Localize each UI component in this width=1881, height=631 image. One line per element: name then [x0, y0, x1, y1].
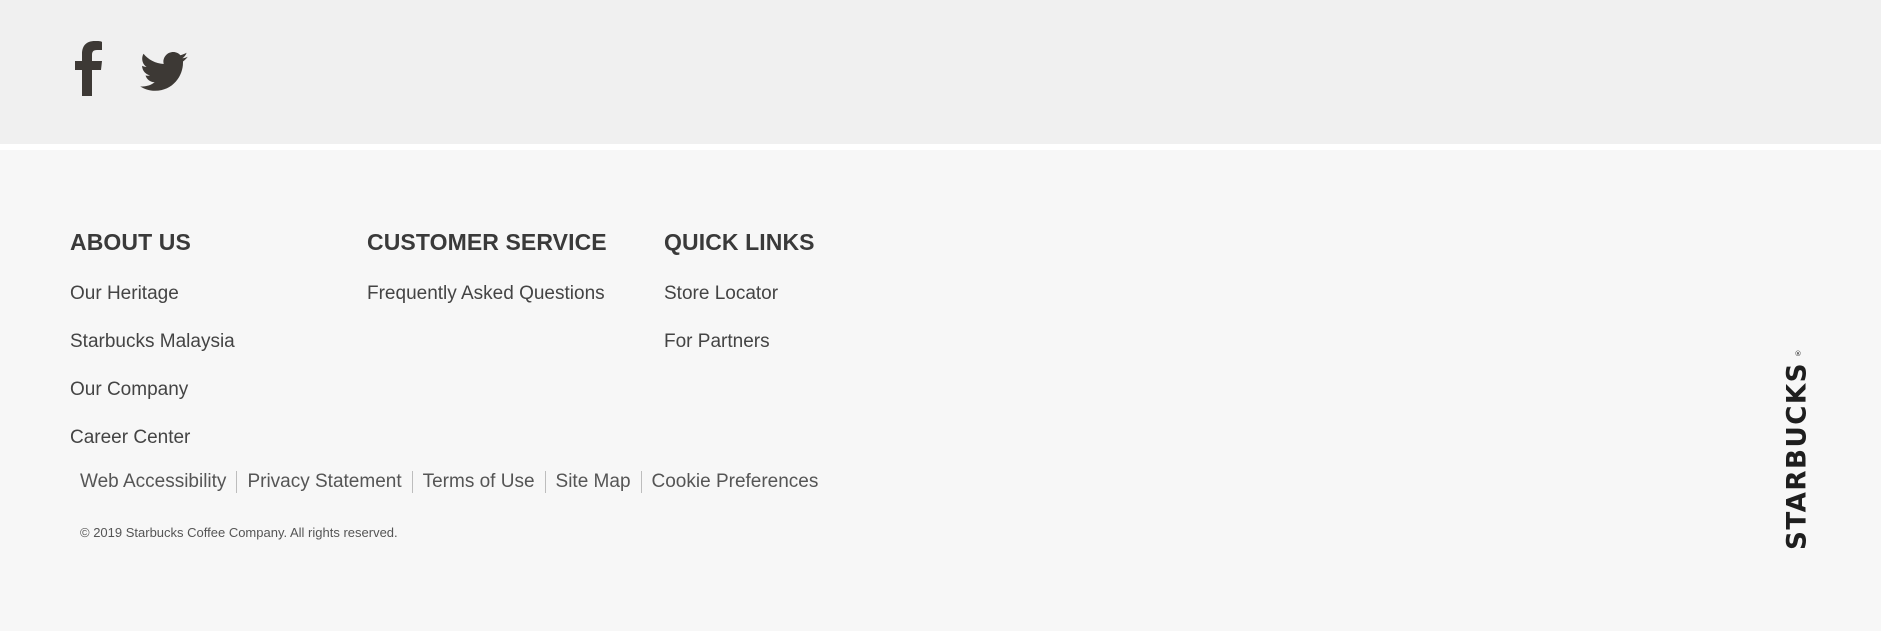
list-item: Career Center — [70, 424, 235, 453]
link-store-locator[interactable]: Store Locator — [664, 283, 778, 304]
footer-links-about-us: Our Heritage Starbucks Malaysia Our Comp… — [70, 280, 235, 453]
social-bar — [0, 0, 1881, 144]
link-site-map[interactable]: Site Map — [556, 468, 631, 496]
footer-heading-about-us: ABOUT US — [70, 229, 191, 255]
link-faq[interactable]: Frequently Asked Questions — [367, 283, 605, 304]
list-item: Store Locator — [664, 280, 815, 309]
footer-heading-quick-links: QUICK LINKS — [664, 229, 815, 255]
site-footer: ABOUT US Our Heritage Starbucks Malaysia… — [0, 150, 1881, 631]
footer-column-customer-service: CUSTOMER SERVICE Frequently Asked Questi… — [367, 228, 607, 328]
link-our-company[interactable]: Our Company — [70, 379, 188, 400]
link-for-partners[interactable]: For Partners — [664, 331, 770, 352]
footer-column-about-us: ABOUT US Our Heritage Starbucks Malaysia… — [70, 228, 235, 472]
legal-separator — [411, 471, 413, 493]
legal-separator — [640, 471, 642, 493]
list-item: Our Heritage — [70, 280, 235, 309]
link-terms-of-use[interactable]: Terms of Use — [423, 468, 535, 496]
link-privacy-statement[interactable]: Privacy Statement — [247, 468, 401, 496]
twitter-icon[interactable] — [140, 40, 188, 96]
list-item: Starbucks Malaysia — [70, 328, 235, 357]
list-item: Frequently Asked Questions — [367, 280, 607, 309]
link-our-heritage[interactable]: Our Heritage — [70, 283, 179, 304]
starbucks-wordmark-logo[interactable]: STARBUCKS ® — [1782, 350, 1813, 550]
footer-links-customer-service: Frequently Asked Questions — [367, 280, 607, 309]
link-web-accessibility[interactable]: Web Accessibility — [80, 468, 226, 496]
legal-separator — [544, 471, 546, 493]
registered-mark: ® — [1795, 350, 1802, 358]
list-item: Our Company — [70, 376, 235, 405]
footer-links-quick-links: Store Locator For Partners — [664, 280, 815, 357]
footer-column-quick-links: QUICK LINKS Store Locator For Partners — [664, 228, 815, 376]
link-career-center[interactable]: Career Center — [70, 427, 190, 448]
copyright-text: © 2019 Starbucks Coffee Company. All rig… — [80, 525, 398, 540]
facebook-icon[interactable] — [66, 40, 110, 96]
link-cookie-preferences[interactable]: Cookie Preferences — [652, 468, 819, 496]
link-starbucks-malaysia[interactable]: Starbucks Malaysia — [70, 331, 235, 352]
legal-separator — [236, 471, 238, 493]
footer-heading-customer-service: CUSTOMER SERVICE — [367, 229, 607, 255]
legal-links: Web Accessibility Privacy Statement Term… — [80, 468, 818, 496]
list-item: For Partners — [664, 328, 815, 357]
brand-wordmark-text: STARBUCKS — [1782, 362, 1813, 550]
